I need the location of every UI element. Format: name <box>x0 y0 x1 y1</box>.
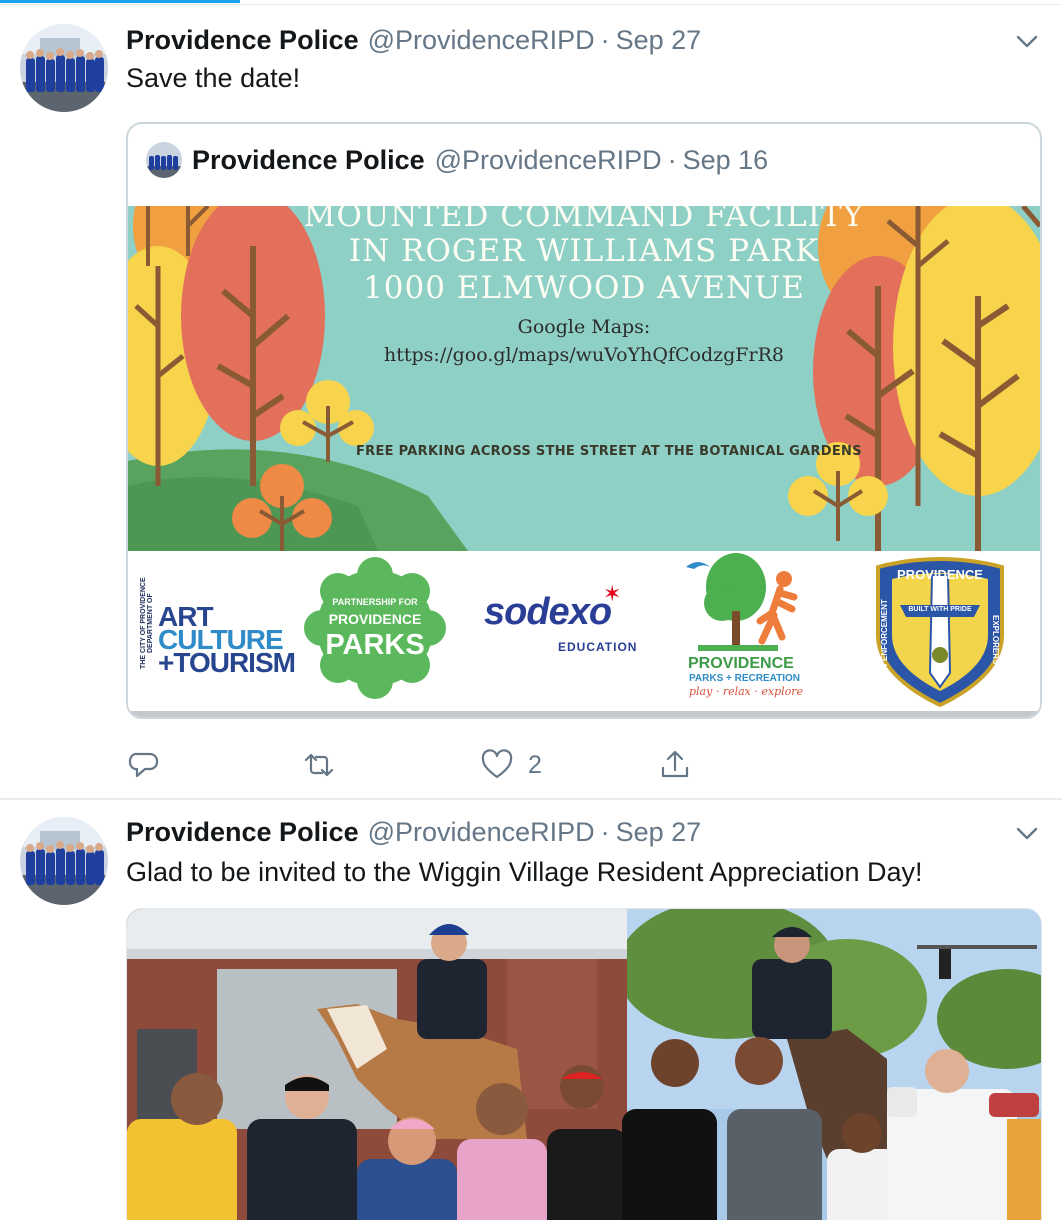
tweet[interactable]: Providence Police @ProvidenceRIPD · Sep … <box>0 800 1062 1220</box>
flyer-maps-url: https://goo.gl/maps/wuVoYhQfCodzgFrR8 <box>384 344 784 366</box>
separator-dot: · <box>600 817 610 847</box>
author-name: Providence Police <box>192 144 425 175</box>
flyer-image[interactable]: MOUNTED COMMAND FACILITY IN ROGER WILLIA… <box>128 206 1040 717</box>
reply-icon <box>128 752 159 778</box>
sodexo-logo: sodexo ✶ EDUCATION <box>484 581 638 654</box>
sponsor-logos: THE CITY OF PROVIDENCE DEPARTMENT OF ART… <box>128 551 1040 711</box>
author-handle[interactable]: @ProvidenceRIPD <box>368 25 595 56</box>
divider <box>128 711 1040 717</box>
share-button[interactable] <box>658 745 692 785</box>
author-name[interactable]: Providence Police <box>126 25 359 56</box>
quoted-tweet[interactable]: Providence Police @ProvidenceRIPD · Sep … <box>126 122 1042 719</box>
retweet-icon <box>304 753 334 777</box>
tweet-header: Providence Police @ProvidenceRIPD · Sep … <box>126 25 701 59</box>
author-name[interactable]: Providence Police <box>126 817 359 848</box>
photo-police-with-residents <box>127 909 1041 1220</box>
flyer-maps-label: Google Maps: <box>517 316 651 338</box>
tweet-actions: 2 <box>126 745 726 785</box>
partnership-providence-parks-logo: PARTNERSHIP FOR PROVIDENCE PARKS <box>302 555 448 701</box>
art-culture-tourism-logo: THE CITY OF PROVIDENCE DEPARTMENT OF ART… <box>140 577 296 678</box>
author-handle[interactable]: @ProvidenceRIPD <box>368 817 595 848</box>
tweet-text: Glad to be invited to the Wiggin Village… <box>126 857 923 887</box>
tweet-header: Providence Police @ProvidenceRIPD · Sep … <box>126 817 701 851</box>
reply-button[interactable] <box>126 745 160 785</box>
avatar[interactable] <box>20 24 108 112</box>
law-enforcement-explorers-shield: PROVIDENCE BUILT WITH PRIDE LAW ENFORCEM… <box>870 555 1010 708</box>
loading-progress-bar <box>0 0 240 3</box>
quoted-tweet-header: Providence Police @ProvidenceRIPD · Sep … <box>146 142 768 178</box>
flyer-heading: IN ROGER WILLIAMS PARK <box>348 233 820 269</box>
heart-icon <box>481 749 513 779</box>
tweet-photo[interactable] <box>126 908 1042 1220</box>
flyer-heading: MOUNTED COMMAND FACILITY <box>303 206 865 234</box>
separator-dot: · <box>667 144 677 175</box>
tweet-date: Sep 16 <box>682 144 769 175</box>
star-icon: ✶ <box>603 581 622 606</box>
separator-dot: · <box>600 25 610 55</box>
retweet-button[interactable] <box>302 745 336 785</box>
tweet-date[interactable]: Sep 27 <box>616 25 702 56</box>
share-icon <box>661 750 689 778</box>
tweet-date[interactable]: Sep 27 <box>616 817 702 848</box>
like-count: 2 <box>528 750 542 779</box>
chevron-down-icon[interactable] <box>1014 820 1040 846</box>
flyer-parking-note: FREE PARKING ACROSS STHE STREET AT THE B… <box>356 444 862 459</box>
tweet-text: Save the date! <box>126 63 301 93</box>
flyer-heading: 1000 ELMWOOD AVENUE <box>363 270 805 306</box>
author-handle: @ProvidenceRIPD <box>434 144 662 175</box>
chevron-down-icon[interactable] <box>1014 28 1040 54</box>
like-button[interactable]: 2 <box>480 745 542 785</box>
parks-recreation-logo: PROVIDENCE PARKS + RECREATION play · rel… <box>684 551 814 701</box>
avatar <box>146 142 182 178</box>
avatar[interactable] <box>20 817 108 905</box>
tweet[interactable]: Providence Police @ProvidenceRIPD · Sep … <box>0 5 1062 799</box>
